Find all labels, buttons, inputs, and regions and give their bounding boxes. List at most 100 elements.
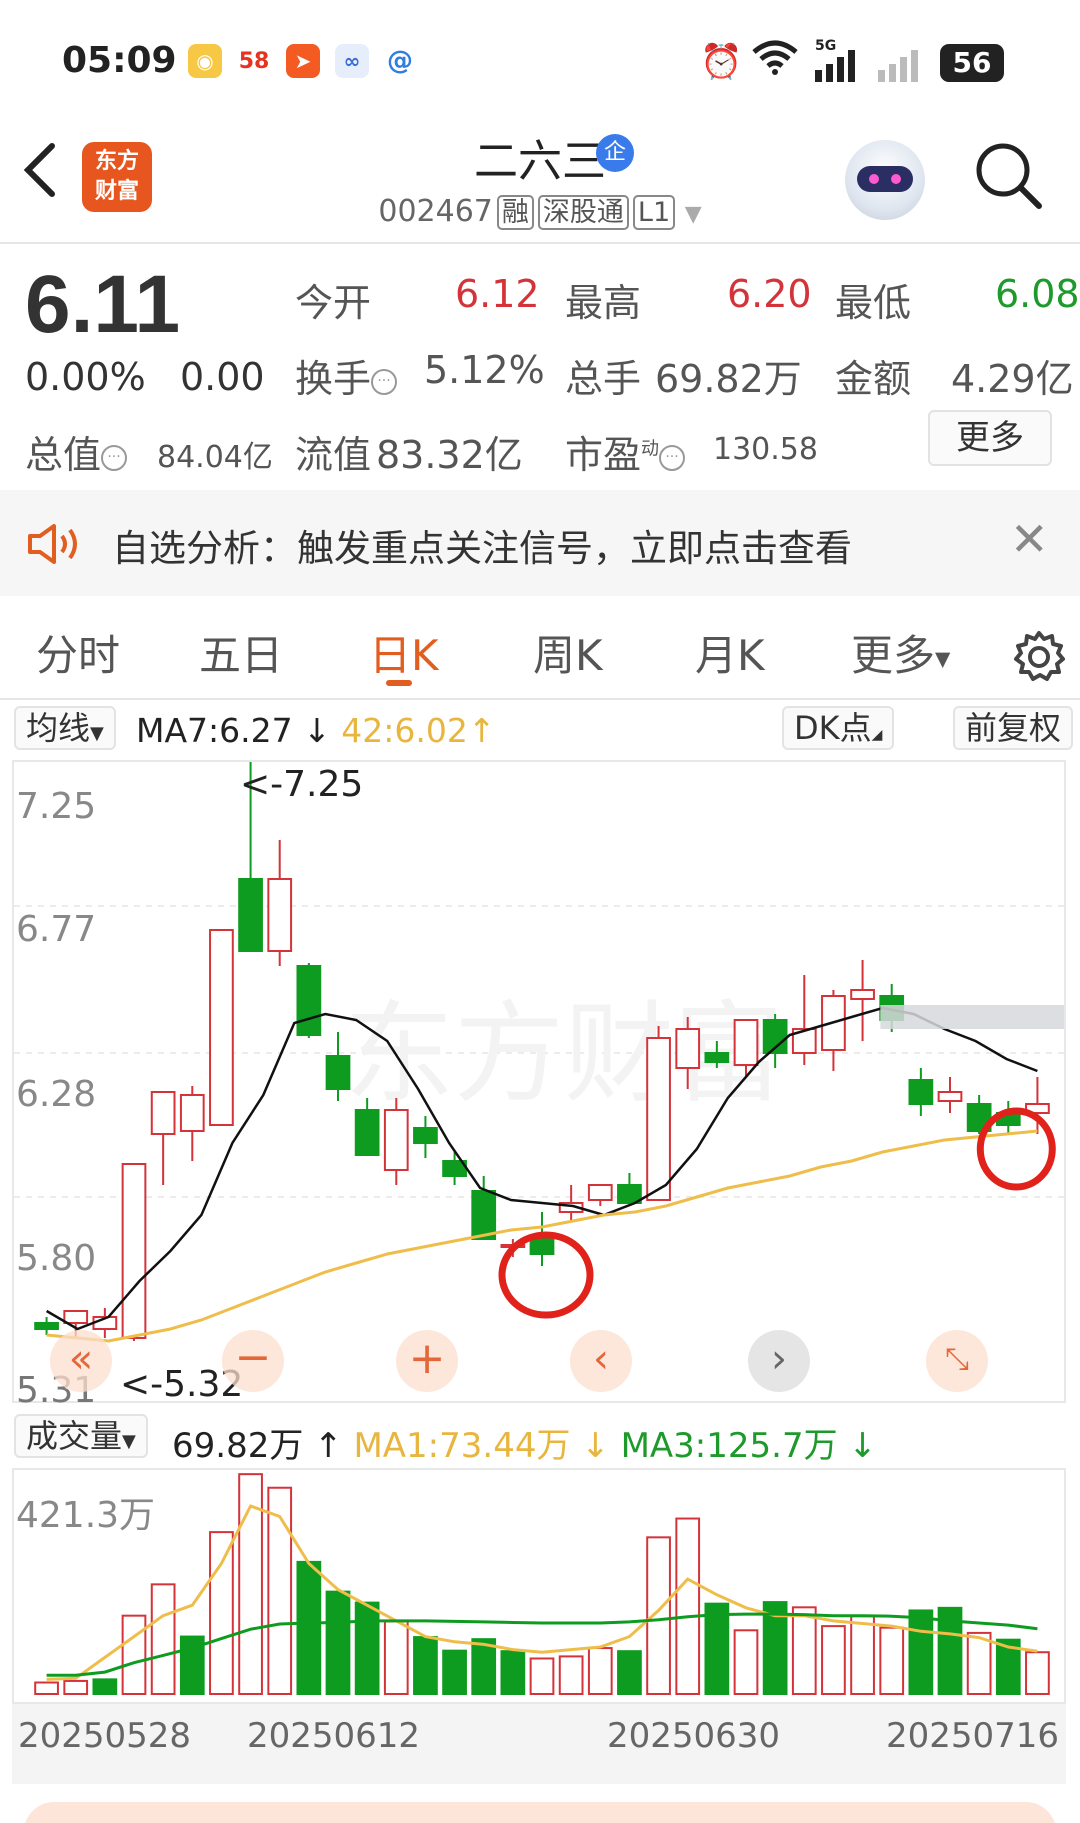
candle-up bbox=[675, 1028, 701, 1069]
volume-bar-up bbox=[675, 1517, 701, 1696]
pe-value: 130.58 bbox=[713, 432, 818, 467]
volume-bar-down bbox=[908, 1609, 934, 1695]
dropdown-triangle-icon: ▼ bbox=[122, 1431, 136, 1452]
settings-gear-icon[interactable] bbox=[1012, 630, 1066, 688]
volume-bar-down bbox=[413, 1636, 438, 1695]
volume-bar-up bbox=[121, 1614, 147, 1695]
candle-down bbox=[471, 1190, 497, 1240]
tab-weekly-k[interactable]: 周K bbox=[533, 622, 603, 683]
chevron-left-icon: ‹ bbox=[593, 1336, 609, 1382]
tab-five-day[interactable]: 五日 bbox=[199, 622, 283, 683]
open-value: 6.12 bbox=[455, 272, 540, 316]
tab-daily-k[interactable]: 日K bbox=[369, 622, 439, 683]
open-label: 今开 bbox=[295, 281, 372, 325]
info-icon: ··· bbox=[659, 444, 686, 471]
high-label: 最高 bbox=[565, 281, 642, 325]
volume-bar-up bbox=[733, 1629, 759, 1696]
ma7-value: MA7:6.27 bbox=[136, 711, 293, 750]
wifi-icon bbox=[752, 40, 798, 85]
date-label-3: 20250630 bbox=[607, 1716, 781, 1756]
ma-select-label: 均线 bbox=[26, 709, 91, 747]
tab-intraday[interactable]: 分时 bbox=[36, 622, 120, 683]
scroll-right-button[interactable]: › bbox=[748, 1330, 810, 1392]
mktcap-label[interactable]: 总值 ··· bbox=[25, 424, 128, 479]
tab-monthly-k[interactable]: 月K bbox=[695, 622, 765, 683]
kline-chart[interactable]: 东方财富 bbox=[12, 760, 1066, 1403]
volume-bar-up bbox=[821, 1625, 846, 1695]
vol-ma1: MA1:73.44万 bbox=[353, 1426, 571, 1466]
candle-down bbox=[704, 1052, 730, 1063]
volume-bar-down bbox=[354, 1601, 380, 1695]
amount-value: 4.29亿 bbox=[951, 357, 1074, 401]
divider bbox=[0, 698, 1080, 700]
stock-code: 002467 bbox=[378, 194, 493, 229]
volume-bar-up bbox=[150, 1583, 176, 1695]
app-58-icon: 58 bbox=[237, 44, 271, 78]
dropdown-triangle-icon: ▼ bbox=[935, 646, 951, 671]
candle-up bbox=[937, 1091, 963, 1102]
more-quote-button[interactable]: 更多 bbox=[928, 410, 1052, 466]
amount-label: 金额 bbox=[835, 357, 912, 401]
volume-bar-down bbox=[296, 1560, 322, 1695]
volume-bar-up bbox=[209, 1531, 234, 1696]
up-arrow-icon: ↑ bbox=[467, 711, 496, 750]
scroll-left-button[interactable]: ‹ bbox=[570, 1330, 632, 1392]
high-value: 6.20 bbox=[727, 272, 812, 316]
battery-indicator: 56 bbox=[940, 44, 1004, 82]
candle-down bbox=[296, 965, 322, 1036]
kline-svg: 东方财富 bbox=[14, 762, 1064, 1343]
divider bbox=[0, 242, 1080, 244]
notice-text[interactable]: 自选分析：触发重点关注信号，立即点击查看 bbox=[112, 518, 852, 572]
assistant-robot-avatar[interactable] bbox=[845, 140, 925, 220]
tab-more[interactable]: 更多▼ bbox=[851, 622, 950, 683]
search-button[interactable] bbox=[973, 140, 1043, 210]
candle-up bbox=[383, 1109, 409, 1171]
dk-point-button[interactable]: DK点◢ bbox=[782, 706, 895, 750]
volume-bar-up bbox=[63, 1679, 89, 1696]
y-tick-top: 7.25 bbox=[16, 786, 97, 827]
dropdown-triangle-icon: ▼ bbox=[90, 723, 104, 744]
down-arrow-icon: ↓ bbox=[292, 711, 342, 750]
date-label-4: 20250716 bbox=[886, 1716, 1060, 1756]
chevron-right-icon: › bbox=[771, 1336, 787, 1382]
candle-down bbox=[908, 1079, 934, 1105]
volume-value: 69.82万 bbox=[655, 357, 802, 401]
volume-bar-down bbox=[92, 1678, 118, 1695]
volume-chart[interactable] bbox=[12, 1468, 1066, 1704]
fullscreen-button[interactable]: ⤡ bbox=[926, 1330, 988, 1392]
candle-up bbox=[267, 878, 293, 952]
scroll-left-fast-button[interactable]: « bbox=[50, 1330, 112, 1392]
candle-down bbox=[238, 878, 263, 952]
pe-label[interactable]: 市盈动 ··· bbox=[565, 424, 686, 479]
low-value: 6.08 bbox=[995, 272, 1080, 316]
zoom-in-button[interactable]: + bbox=[396, 1330, 458, 1392]
volume-bar-up bbox=[34, 1681, 59, 1695]
speaker-icon bbox=[26, 522, 86, 570]
signal-icon bbox=[815, 48, 865, 86]
candle-up bbox=[850, 989, 875, 1000]
tag-connect: 深股通 bbox=[537, 195, 629, 230]
candle-up bbox=[121, 1163, 147, 1339]
weibo-icon: ◉ bbox=[188, 44, 222, 78]
at-app-icon: @ bbox=[383, 44, 417, 78]
volume-current: 69.82万 bbox=[172, 1426, 304, 1466]
y-tick-3: 6.28 bbox=[16, 1074, 97, 1115]
double-left-icon: « bbox=[68, 1336, 94, 1382]
ma-readout: MA7:6.27 ↓ 42:6.02↑ bbox=[136, 711, 496, 750]
pe-dynamic-sup: 动 bbox=[641, 438, 660, 460]
enterprise-badge: 企 bbox=[596, 134, 634, 172]
volume-readout: 69.82万 ↑ MA1:73.44万 ↓ MA3:125.7万 ↓ bbox=[172, 1418, 877, 1467]
change-value: 0.00 bbox=[180, 355, 265, 399]
alarm-icon: ⏰ bbox=[700, 42, 743, 82]
volume-bar-down bbox=[704, 1602, 730, 1695]
candle-up bbox=[63, 1310, 89, 1324]
bottom-action-bar[interactable] bbox=[24, 1802, 1056, 1823]
close-icon[interactable]: ✕ bbox=[1010, 512, 1049, 566]
turnover-label-text: 换手 bbox=[295, 357, 372, 401]
candle-up bbox=[587, 1184, 613, 1201]
zoom-out-button[interactable]: − bbox=[222, 1330, 284, 1392]
ma-select-dropdown[interactable]: 均线▼ bbox=[14, 706, 116, 750]
turnover-label[interactable]: 换手 ··· bbox=[295, 348, 398, 403]
indicator-select-dropdown[interactable]: 成交量▼ bbox=[14, 1414, 148, 1458]
adjust-button[interactable]: 前复权 bbox=[953, 706, 1074, 750]
